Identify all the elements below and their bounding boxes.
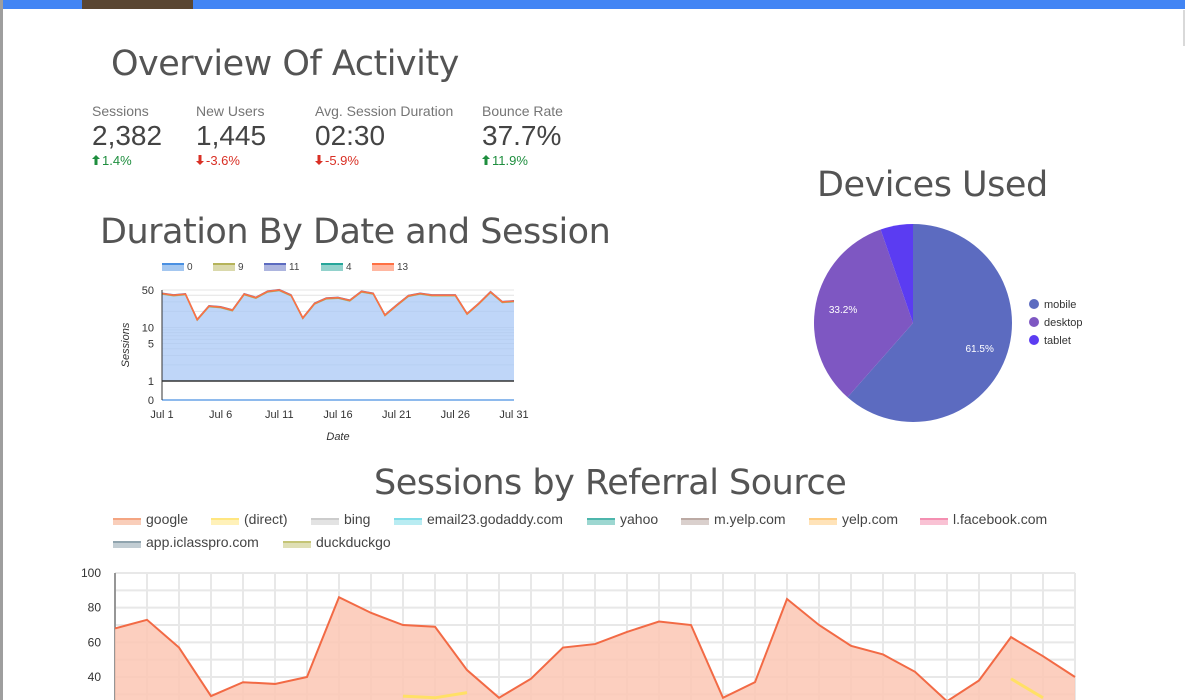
arrow-down-icon [315, 153, 325, 168]
legend-swatch [162, 264, 184, 271]
legend-label: email23.godaddy.com [427, 511, 563, 527]
arrow-down-icon [196, 153, 206, 168]
kpi-delta: -5.9% [315, 153, 453, 168]
arrow-up-icon [482, 153, 492, 168]
kpi-label: New Users [196, 103, 265, 119]
legend-dot [1029, 299, 1039, 309]
x-tick-label: Jul 11 [265, 409, 294, 421]
legend-label: bing [344, 511, 370, 527]
legend-label: 4 [346, 262, 352, 273]
kpi-label: Sessions [92, 103, 149, 119]
y-tick-label: 100 [81, 566, 101, 580]
pie-slice-label: 33.2% [829, 305, 857, 316]
duration-area-chart: 0 9 11 4 13 0 1 5 10 50 Jul 1 Jul 6 Jul 11 Jul 16 Jul … [120, 262, 529, 443]
x-tick-label: Jul 26 [441, 409, 470, 421]
x-tick-label: Jul 16 [323, 409, 352, 421]
duration-chart-title: Duration By Date and Session [100, 212, 611, 252]
legend-label: tablet [1044, 335, 1071, 347]
legend-label: 13 [397, 262, 409, 273]
legend-label: desktop [1044, 317, 1083, 329]
kpi-delta-value: -5.9% [325, 153, 359, 168]
legend-label: yelp.com [842, 511, 898, 527]
pie-slice-label: 61.5% [965, 344, 993, 355]
kpi-value: 02:30 [315, 120, 386, 151]
x-tick-label: Jul 21 [382, 409, 411, 421]
legend-dot [1029, 335, 1039, 345]
y-tick-label: 60 [88, 635, 102, 649]
kpi-sessions: Sessions 2,382 1.4% [92, 103, 162, 168]
legend-dot [1029, 317, 1039, 327]
legend-label: 0 [187, 262, 193, 273]
kpi-label: Avg. Session Duration [315, 103, 454, 119]
kpi-bounce-rate: Bounce Rate 37.7% 11.9% [482, 103, 563, 168]
kpi-delta: 1.4% [92, 153, 162, 168]
arrow-up-icon [92, 153, 102, 168]
legend-label: yahoo [620, 511, 658, 527]
legend-label: m.yelp.com [714, 511, 786, 527]
legend-label: 9 [238, 262, 244, 273]
x-tick-label: Jul 6 [209, 409, 232, 421]
legend-label: app.iclasspro.com [146, 534, 259, 550]
kpi-delta-value: 11.9% [492, 153, 528, 168]
y-tick-label: 80 [88, 601, 102, 615]
legend-label: duckduckgo [316, 534, 391, 550]
x-axis-title: Date [326, 431, 349, 443]
y-tick-label: 0 [148, 395, 154, 407]
kpi-value: 2,382 [92, 120, 163, 151]
overview-title: Overview Of Activity [111, 44, 459, 84]
legend-label: (direct) [244, 511, 288, 527]
kpi-value: 37.7% [482, 120, 562, 151]
x-tick-label: Jul 31 [499, 409, 528, 421]
legend-label: google [146, 511, 188, 527]
y-tick-label: 40 [88, 670, 102, 684]
legend-label: l.facebook.com [953, 511, 1047, 527]
legend-swatch [264, 264, 286, 271]
legend-label: mobile [1044, 299, 1076, 311]
kpi-label: Bounce Rate [482, 103, 563, 119]
kpi-new-users: New Users 1,445 -3.6% [196, 103, 266, 168]
legend-swatch [213, 264, 235, 271]
devices-pie-chart: 61.5% 33.2% mobile desktop tablet [814, 224, 1083, 422]
referral-chart-title: Sessions by Referral Source [374, 463, 847, 503]
kpi-delta: 11.9% [482, 153, 563, 168]
devices-chart-title: Devices Used [817, 165, 1048, 205]
kpi-delta-value: 1.4% [102, 153, 132, 168]
referral-area-chart: google (direct) bing email23.godaddy.com yah… [81, 511, 1076, 700]
x-tick-label: Jul 1 [150, 409, 173, 421]
y-axis-title: Sessions [120, 322, 132, 367]
y-tick-label: 5 [148, 339, 154, 351]
header-image [82, 0, 193, 9]
y-tick-label: 1 [148, 376, 154, 388]
y-tick-label: 10 [142, 322, 154, 334]
kpi-avg-session-duration: Avg. Session Duration 02:30 -5.9% [315, 103, 453, 168]
kpi-delta-value: -3.6% [206, 153, 240, 168]
kpi-delta: -3.6% [196, 153, 266, 168]
y-tick-label: 50 [142, 285, 154, 297]
legend-swatch [321, 264, 343, 271]
kpi-value: 1,445 [196, 120, 267, 151]
legend-swatch [372, 264, 394, 271]
legend-label: 11 [289, 262, 300, 273]
